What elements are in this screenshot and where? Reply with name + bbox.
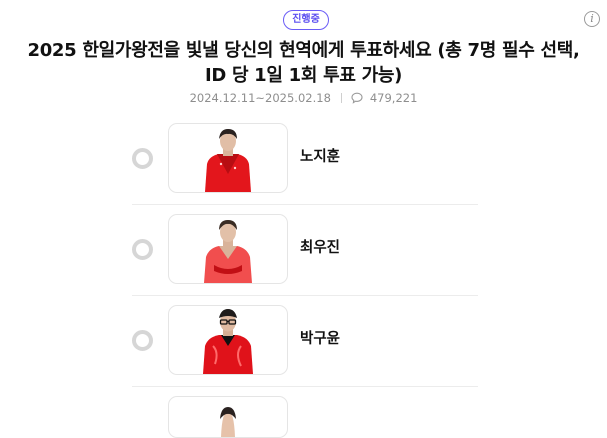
candidate-photo	[168, 305, 288, 375]
candidate-name: 노지훈	[300, 149, 341, 165]
vote-radio[interactable]	[132, 330, 153, 351]
candidate-name: 박구윤	[300, 331, 341, 347]
candidate-photo	[168, 396, 288, 438]
candidate-photo	[168, 214, 288, 284]
poll-meta: 2024.12.11~2025.02.18 479,221	[0, 90, 607, 106]
candidate-row[interactable]: 노지훈	[132, 114, 478, 205]
candidate-name: 최우진	[300, 240, 341, 256]
candidate-row[interactable]: 박구윤	[132, 296, 478, 387]
vote-radio[interactable]	[132, 148, 153, 169]
candidate-row-partial[interactable]	[132, 387, 478, 438]
meta-divider	[340, 93, 342, 103]
comment-count: 479,221	[369, 91, 418, 105]
info-icon[interactable]: i	[584, 11, 600, 27]
candidate-row[interactable]: 최우진	[132, 205, 478, 296]
vote-radio[interactable]	[132, 239, 153, 260]
status-badge: 진행중	[283, 10, 329, 30]
poll-period: 2024.12.11~2025.02.18	[189, 91, 331, 105]
poll-title: 2025 한일가왕전을 빛낼 당신의 현역에게 투표하세요 (총 7명 필수 선…	[27, 40, 580, 86]
candidate-list: 노지훈 최우진 박구윤	[132, 114, 478, 438]
candidate-photo	[168, 123, 288, 193]
comment-icon	[351, 92, 363, 104]
